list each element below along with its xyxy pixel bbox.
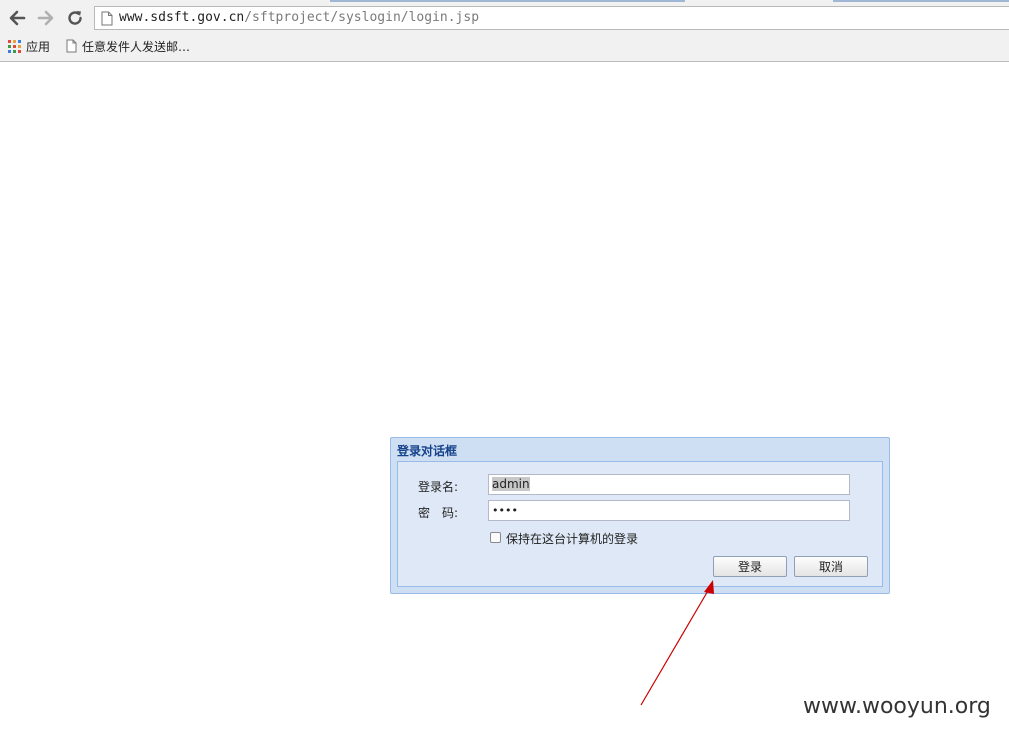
annotation-arrow-head: [704, 580, 714, 594]
annotation-layer: [640, 580, 714, 706]
watermark: www.wooyun.org: [803, 694, 991, 719]
annotation-arrow-line: [640, 588, 710, 706]
